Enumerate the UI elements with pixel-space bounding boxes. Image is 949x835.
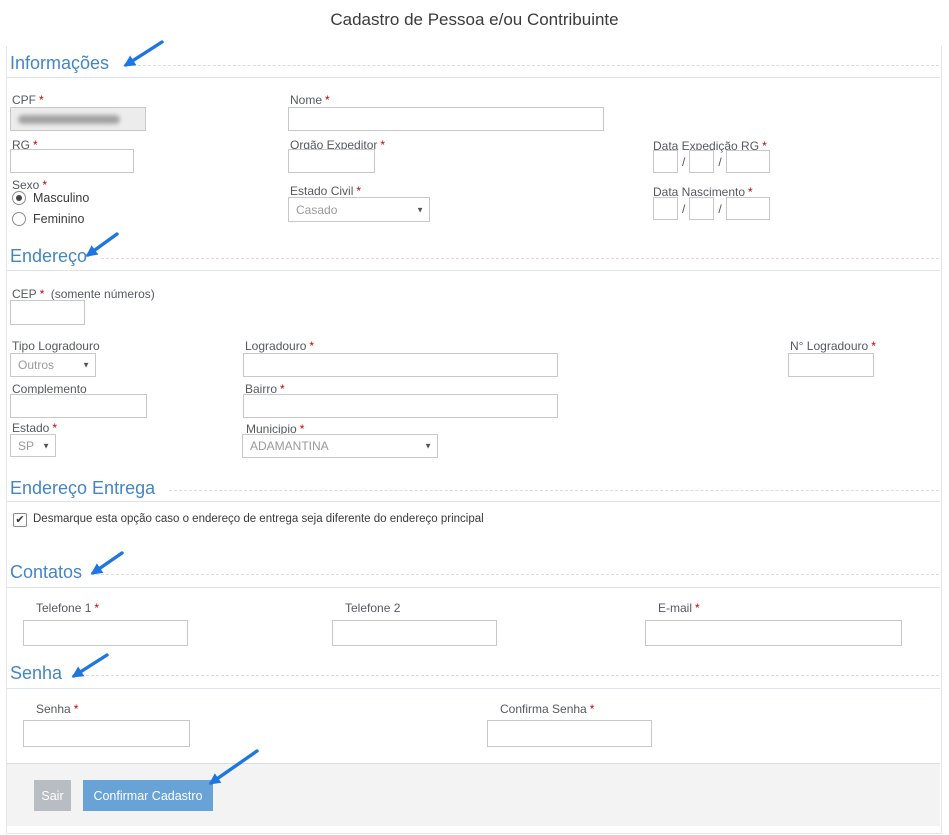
section-heading-endereco-entrega-text: Endereço Entrega: [10, 478, 155, 499]
sexo-label: Sexo*: [12, 178, 47, 192]
senha-input[interactable]: [23, 720, 190, 747]
heading-dashed-rule: [101, 258, 939, 259]
email-input[interactable]: [645, 620, 902, 646]
section-heading-informacoes: Informações: [10, 52, 939, 74]
chevron-down-icon: ▼: [42, 441, 50, 450]
registration-page: Cadastro de Pessoa e/ou Contribuinte Inf…: [0, 0, 949, 835]
chevron-down-icon: ▼: [82, 361, 90, 370]
numero-logradouro-input[interactable]: [788, 353, 874, 377]
date-separator: /: [718, 202, 721, 216]
email-label: E-mail*: [658, 601, 700, 615]
confirma-senha-input[interactable]: [487, 720, 652, 747]
estado-select[interactable]: SP ▼: [10, 434, 56, 457]
date-separator: /: [718, 155, 721, 169]
date-separator: /: [682, 202, 685, 216]
nome-label: Nome*: [290, 93, 330, 107]
radio-feminino-label: Feminino: [33, 212, 84, 226]
data-nascimento-day-input[interactable]: [653, 197, 678, 220]
section-heading-contatos-text: Contatos: [10, 562, 82, 583]
section-divider: [7, 587, 940, 588]
municipio-value: ADAMANTINA: [250, 439, 329, 453]
section-heading-senha-text: Senha: [10, 663, 62, 684]
data-nascimento-year-input[interactable]: [726, 197, 770, 220]
sair-button[interactable]: Sair: [34, 780, 71, 811]
data-nascimento-month-input[interactable]: [689, 197, 714, 220]
estado-civil-label: Estado Civil*: [290, 184, 361, 198]
heading-dashed-rule: [76, 675, 939, 676]
section-heading-informacoes-text: Informações: [10, 53, 109, 74]
radio-masculino[interactable]: [12, 191, 26, 205]
section-heading-endereco: Endereço: [10, 245, 939, 267]
sexo-option-feminino[interactable]: Feminino: [12, 212, 84, 226]
endereco-entrega-checkbox-label: Desmarque esta opção caso o endereço de …: [33, 513, 484, 525]
check-icon: ✔: [15, 515, 24, 526]
heading-dashed-rule: [96, 574, 939, 575]
page-title: Cadastro de Pessoa e/ou Contribuinte: [0, 10, 949, 30]
radio-feminino[interactable]: [12, 212, 26, 226]
numero-logradouro-label: N° Logradouro*: [790, 339, 876, 353]
section-heading-endereco-entrega: Endereço Entrega: [10, 477, 939, 499]
section-heading-contatos: Contatos: [10, 561, 939, 583]
sexo-option-masculino[interactable]: Masculino: [12, 191, 89, 205]
cep-label: CEP* (somente números): [12, 287, 155, 301]
nome-input[interactable]: [288, 107, 604, 131]
data-expedicao-year-input[interactable]: [726, 150, 770, 173]
cpf-field: [10, 107, 146, 131]
orgao-expeditor-input[interactable]: [288, 149, 375, 173]
endereco-entrega-checkbox[interactable]: ✔: [13, 513, 27, 527]
section-heading-endereco-text: Endereço: [10, 246, 87, 267]
endereco-entrega-checkbox-row[interactable]: ✔ Desmarque esta opção caso o endereço d…: [13, 513, 893, 527]
section-divider: [7, 688, 940, 689]
tipo-logradouro-value: Outros: [18, 358, 54, 372]
section-divider: [7, 77, 940, 78]
confirma-senha-label: Confirma Senha*: [500, 702, 594, 716]
logradouro-label: Logradouro*: [245, 339, 314, 353]
logradouro-input[interactable]: [243, 353, 558, 377]
form-panel: [6, 46, 942, 834]
heading-dashed-rule: [169, 490, 939, 491]
estado-label: Estado*: [12, 421, 57, 435]
data-expedicao-month-input[interactable]: [689, 150, 714, 173]
telefone2-label: Telefone 2: [345, 601, 400, 615]
estado-value: SP: [18, 439, 34, 453]
rg-input[interactable]: [10, 149, 134, 173]
section-heading-senha: Senha: [10, 662, 939, 684]
data-nascimento-group: / /: [653, 197, 770, 220]
complemento-input[interactable]: [10, 394, 147, 418]
cpf-redacted-value: [18, 115, 120, 124]
telefone1-input[interactable]: [23, 620, 188, 646]
chevron-down-icon: ▼: [416, 205, 424, 214]
section-divider: [7, 270, 940, 271]
tipo-logradouro-select[interactable]: Outros ▼: [10, 353, 96, 377]
radio-masculino-label: Masculino: [33, 191, 89, 205]
confirmar-cadastro-button[interactable]: Confirmar Cadastro: [83, 780, 213, 811]
data-expedicao-group: / /: [653, 150, 770, 173]
data-expedicao-day-input[interactable]: [653, 150, 678, 173]
chevron-down-icon: ▼: [424, 442, 432, 451]
date-separator: /: [682, 155, 685, 169]
estado-civil-select[interactable]: Casado ▼: [288, 197, 430, 222]
cep-hint: (somente números): [51, 287, 155, 301]
senha-label: Senha*: [36, 702, 78, 716]
heading-dashed-rule: [123, 65, 939, 66]
municipio-select[interactable]: ADAMANTINA ▼: [242, 434, 438, 458]
tipo-logradouro-label: Tipo Logradouro: [12, 339, 100, 353]
footer-bar: Sair Confirmar Cadastro: [7, 763, 940, 826]
cep-input[interactable]: [10, 300, 85, 325]
bairro-input[interactable]: [243, 394, 558, 418]
telefone2-input[interactable]: [332, 620, 497, 646]
telefone1-label: Telefone 1*: [36, 601, 99, 615]
cpf-label: CPF*: [12, 93, 44, 107]
estado-civil-value: Casado: [296, 203, 337, 217]
section-divider: [7, 501, 940, 502]
